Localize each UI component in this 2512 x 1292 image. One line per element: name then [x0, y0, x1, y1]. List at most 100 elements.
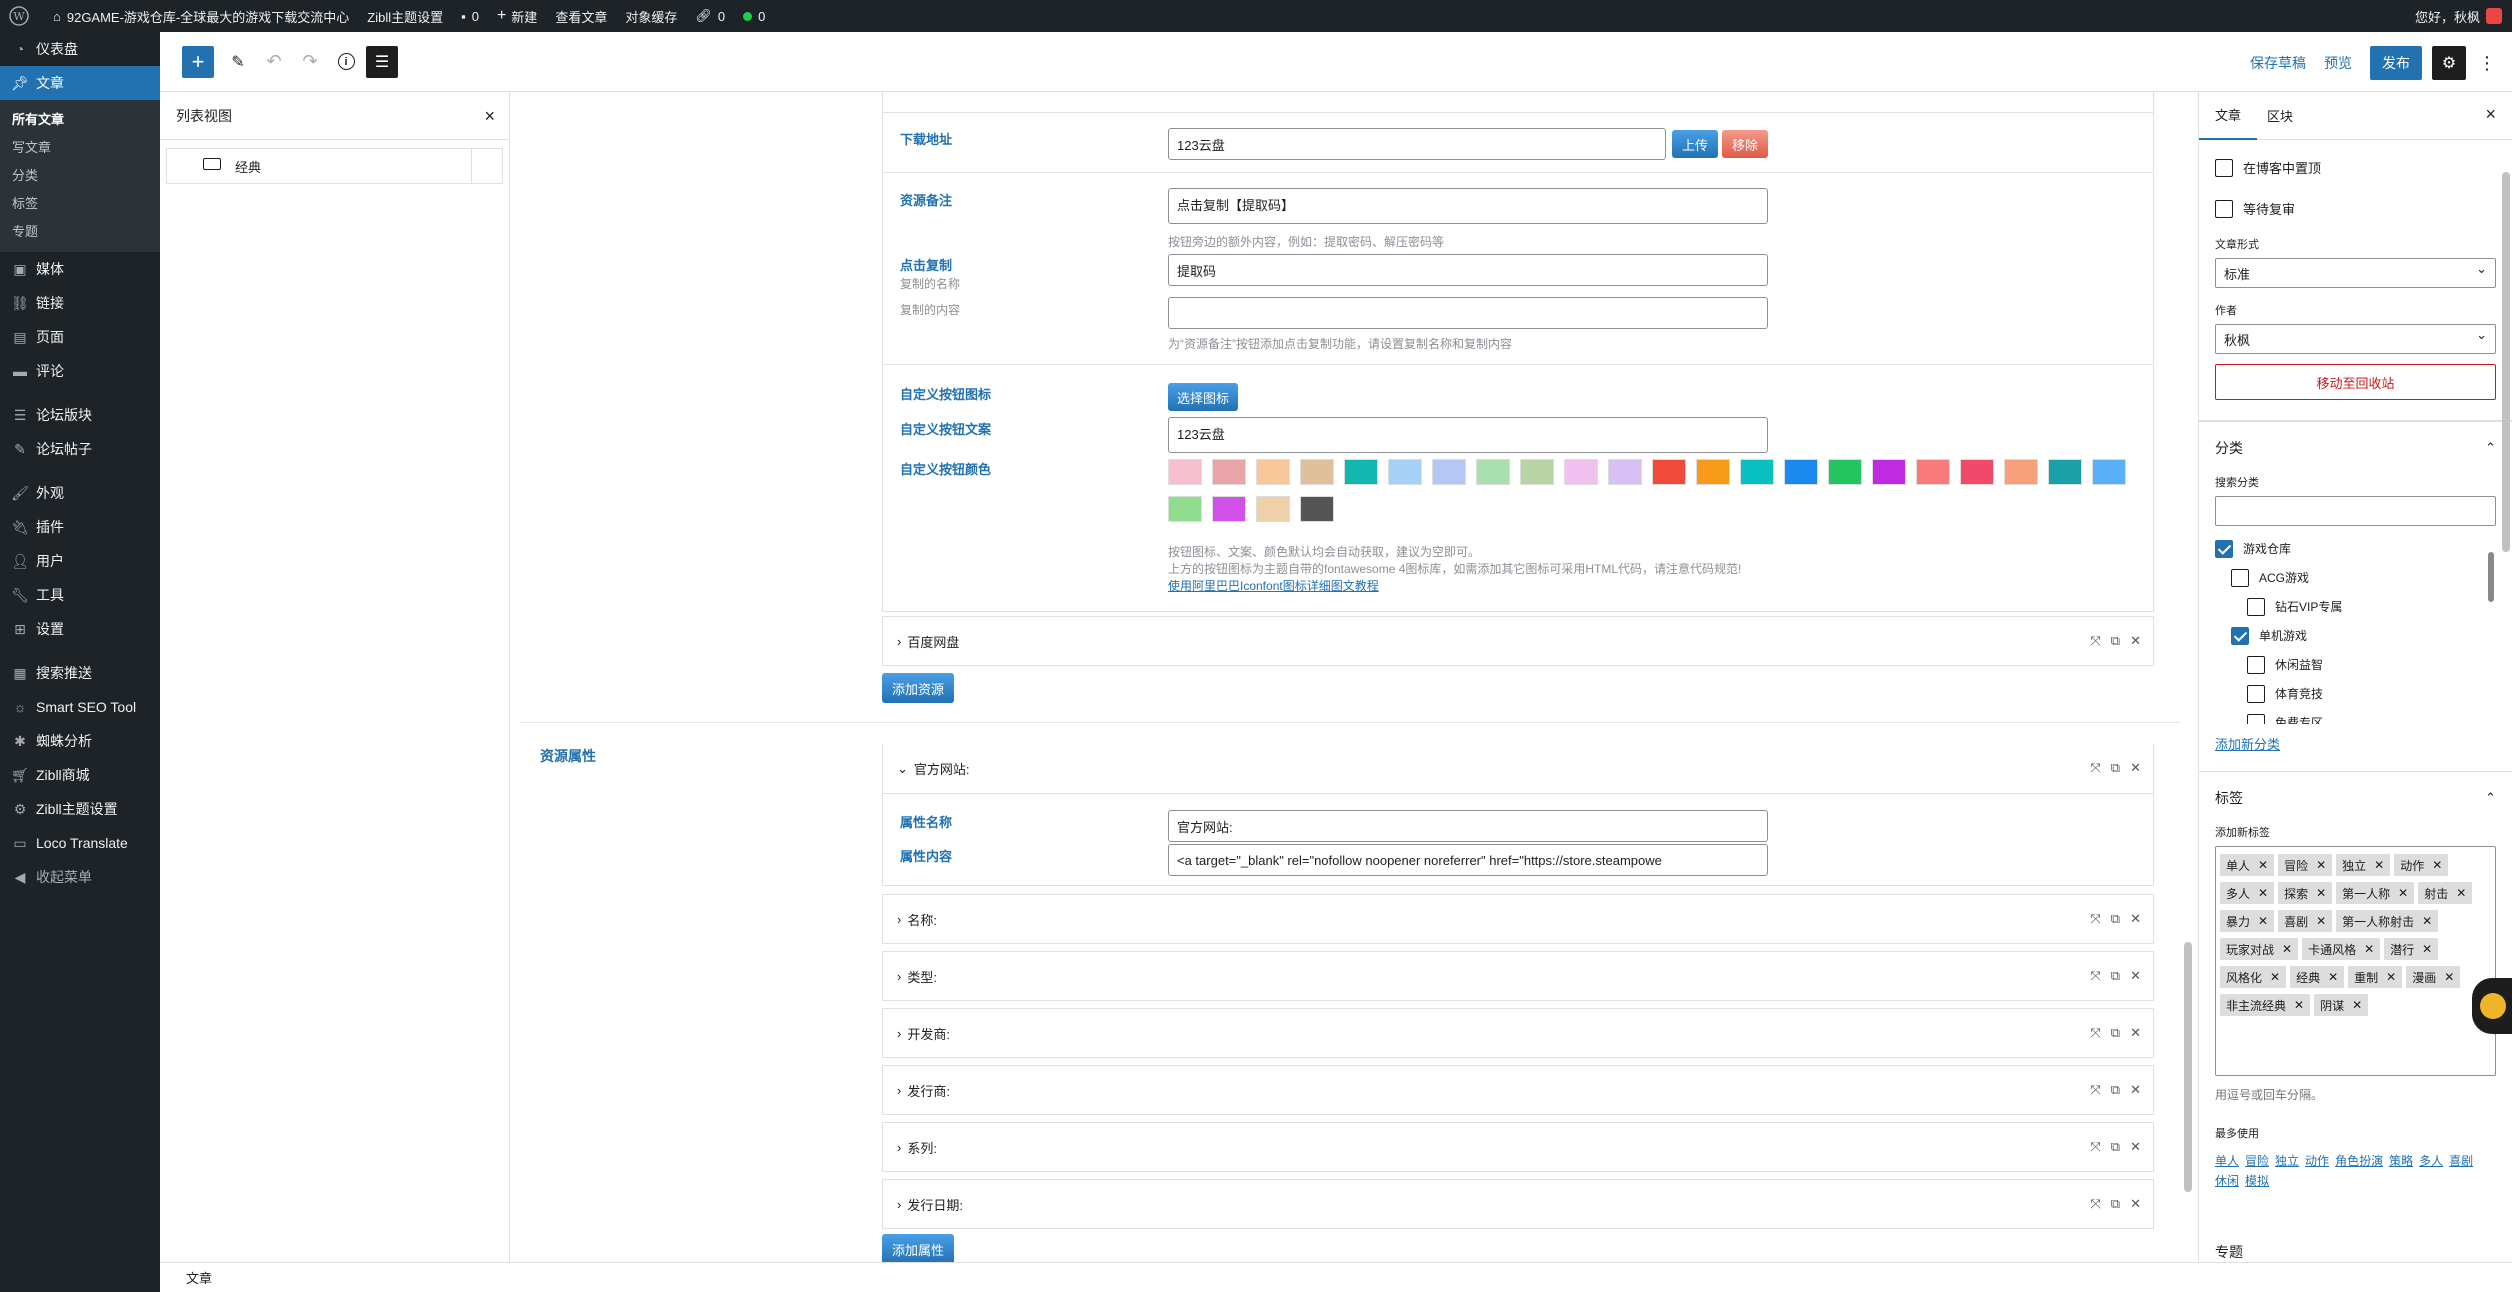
- content-scrollbar[interactable]: [2184, 942, 2192, 1192]
- add-category-link[interactable]: 添加新分类: [2215, 734, 2496, 753]
- menu-pages[interactable]: ▤ 页面: [0, 320, 160, 354]
- copy-icon[interactable]: ⧉: [2111, 968, 2120, 984]
- details-button[interactable]: i: [330, 46, 362, 78]
- remove-tag-icon[interactable]: ✕: [2352, 998, 2362, 1012]
- comments-link[interactable]: ▪ 0: [452, 0, 488, 32]
- wordpress-logo[interactable]: W: [0, 0, 44, 32]
- close-icon[interactable]: ✕: [2130, 1082, 2141, 1098]
- most-used-tag-link[interactable]: 单人: [2215, 1151, 2239, 1171]
- menu-links[interactable]: ⛓ 链接: [0, 286, 160, 320]
- links-counter[interactable]: 🔗︎ 0: [686, 0, 734, 32]
- remove-tag-icon[interactable]: ✕: [2444, 970, 2454, 984]
- copy-icon[interactable]: ⧉: [2111, 1025, 2120, 1041]
- remove-tag-icon[interactable]: ✕: [2386, 970, 2396, 984]
- move-icon[interactable]: ⤧: [2090, 968, 2100, 984]
- remove-tag-icon[interactable]: ✕: [2398, 886, 2408, 900]
- sticky-option[interactable]: 在博客中置顶: [2215, 158, 2496, 177]
- baidu-group[interactable]: › 百度网盘 ⤧ ⧉ ✕: [882, 616, 2154, 666]
- menu-collapse[interactable]: ◀ 收起菜单: [0, 860, 160, 894]
- copy-icon[interactable]: ⧉: [2111, 633, 2120, 649]
- color-swatch[interactable]: [1344, 459, 1378, 485]
- author-select[interactable]: 秋枫: [2215, 324, 2496, 354]
- attr-group[interactable]: › 系列: ⤧ ⧉ ✕: [882, 1122, 2154, 1172]
- greeting[interactable]: 您好，秋枫: [2415, 7, 2480, 26]
- color-swatch[interactable]: [1872, 459, 1906, 485]
- preview-button[interactable]: 预览: [2324, 53, 2352, 73]
- category-item[interactable]: 游戏仓库: [2215, 534, 2496, 563]
- copy-icon[interactable]: ⧉: [2111, 1139, 2120, 1155]
- category-checkbox[interactable]: [2247, 597, 2265, 616]
- close-icon[interactable]: ✕: [2130, 1196, 2141, 1212]
- copy-icon[interactable]: ⧉: [2111, 1196, 2120, 1212]
- move-icon[interactable]: ⤧: [2090, 1139, 2100, 1155]
- move-icon[interactable]: ⤧: [2090, 1082, 2100, 1098]
- color-swatch[interactable]: [2048, 459, 2082, 485]
- button-text-textarea[interactable]: 123云盘: [1168, 417, 1768, 453]
- remove-tag-icon[interactable]: ✕: [2364, 942, 2374, 956]
- color-swatch[interactable]: [2004, 459, 2038, 485]
- tag-token-field[interactable]: 单人 ✕ 冒险 ✕ 独立 ✕ 动作 ✕ 多人 ✕ 探索 ✕ 第一人称 ✕ 射击 ✕ 暴力 ✕ 喜剧 ✕ 第一人称射击 ✕ 玩…: [2215, 846, 2496, 1076]
- close-icon[interactable]: ✕: [2130, 911, 2141, 927]
- category-item[interactable]: 休闲益智: [2215, 650, 2496, 679]
- menu-tools[interactable]: 🔧︎ 工具: [0, 578, 160, 612]
- most-used-tag-link[interactable]: 多人: [2419, 1151, 2443, 1171]
- tab-post[interactable]: 文章: [2199, 92, 2258, 140]
- tools-button[interactable]: ✎: [222, 46, 254, 78]
- view-post-link[interactable]: 查看文章: [546, 0, 616, 32]
- bottom-panel[interactable]: 专题: [2215, 1242, 2243, 1262]
- remove-tag-icon[interactable]: ✕: [2422, 942, 2432, 956]
- remove-tag-icon[interactable]: ✕: [2316, 914, 2326, 928]
- menu-settings[interactable]: ⊞ 设置: [0, 612, 160, 646]
- copy-icon[interactable]: ⧉: [2111, 911, 2120, 927]
- color-swatch[interactable]: [1564, 459, 1598, 485]
- menu-zibll-shop[interactable]: 🛒︎ Zibll商城: [0, 758, 160, 792]
- menu-loco[interactable]: ▭ Loco Translate: [0, 826, 160, 860]
- most-used-tag-link[interactable]: 喜剧: [2449, 1151, 2473, 1171]
- color-swatch[interactable]: [1168, 459, 1202, 485]
- category-item[interactable]: ACG游戏: [2215, 563, 2496, 592]
- remove-tag-icon[interactable]: ✕: [2258, 886, 2268, 900]
- breadcrumb-item[interactable]: 文章: [186, 1268, 212, 1287]
- color-swatch[interactable]: [1300, 459, 1334, 485]
- menu-smart-seo[interactable]: ☼ Smart SEO Tool: [0, 690, 160, 724]
- pending-checkbox[interactable]: [2215, 199, 2233, 218]
- category-checkbox[interactable]: [2247, 655, 2265, 674]
- color-swatch[interactable]: [1740, 459, 1774, 485]
- close-icon[interactable]: ×: [484, 106, 495, 127]
- remove-tag-icon[interactable]: ✕: [2374, 858, 2384, 872]
- note-textarea[interactable]: 点击复制【提取码】: [1168, 188, 1768, 224]
- remove-tag-icon[interactable]: ✕: [2328, 970, 2338, 984]
- submenu-tags[interactable]: 标签: [0, 190, 160, 218]
- menu-users[interactable]: 👤︎ 用户: [0, 544, 160, 578]
- attr-content-input[interactable]: <a target="_blank" rel="nofollow noopene…: [1168, 844, 1768, 876]
- move-icon[interactable]: ⤧: [2090, 1196, 2100, 1212]
- most-used-tag-link[interactable]: 冒险: [2245, 1151, 2269, 1171]
- category-item[interactable]: 单机游戏: [2215, 621, 2496, 650]
- remove-tag-icon[interactable]: ✕: [2456, 886, 2466, 900]
- format-select[interactable]: 标准: [2215, 258, 2496, 288]
- color-swatch[interactable]: [1652, 459, 1686, 485]
- tags-panel-header[interactable]: 标签 ⌃: [2199, 772, 2512, 824]
- new-content-link[interactable]: + 新建: [488, 0, 546, 32]
- attr-group[interactable]: › 类型: ⤧ ⧉ ✕: [882, 951, 2154, 1001]
- color-swatch[interactable]: [1212, 459, 1246, 485]
- menu-zibll-settings[interactable]: ⚙ Zibll主题设置: [0, 792, 160, 826]
- select-icon-button[interactable]: 选择图标: [1168, 383, 1238, 411]
- move-icon[interactable]: ⤧: [2090, 760, 2100, 776]
- close-icon[interactable]: ✕: [2130, 760, 2141, 776]
- menu-spider[interactable]: ✱ 蜘蛛分析: [0, 724, 160, 758]
- menu-comments[interactable]: ▬ 评论: [0, 354, 160, 388]
- sticky-checkbox[interactable]: [2215, 158, 2233, 177]
- color-swatch[interactable]: [1916, 459, 1950, 485]
- remove-tag-icon[interactable]: ✕: [2422, 914, 2432, 928]
- attr-official-header[interactable]: ⌄ 官方网站: ⤧ ⧉ ✕: [883, 744, 2153, 794]
- publish-button[interactable]: 发布: [2370, 46, 2422, 80]
- search-categories-input[interactable]: [2215, 496, 2496, 526]
- list-view-item[interactable]: 经典: [166, 148, 503, 184]
- color-swatch[interactable]: [1300, 496, 1334, 522]
- submenu-new-post[interactable]: 写文章: [0, 134, 160, 162]
- color-swatch[interactable]: [1784, 459, 1818, 485]
- copy-content-input[interactable]: [1168, 297, 1768, 329]
- settings-button[interactable]: ⚙: [2432, 46, 2466, 80]
- category-item[interactable]: 免费专区: [2215, 708, 2496, 724]
